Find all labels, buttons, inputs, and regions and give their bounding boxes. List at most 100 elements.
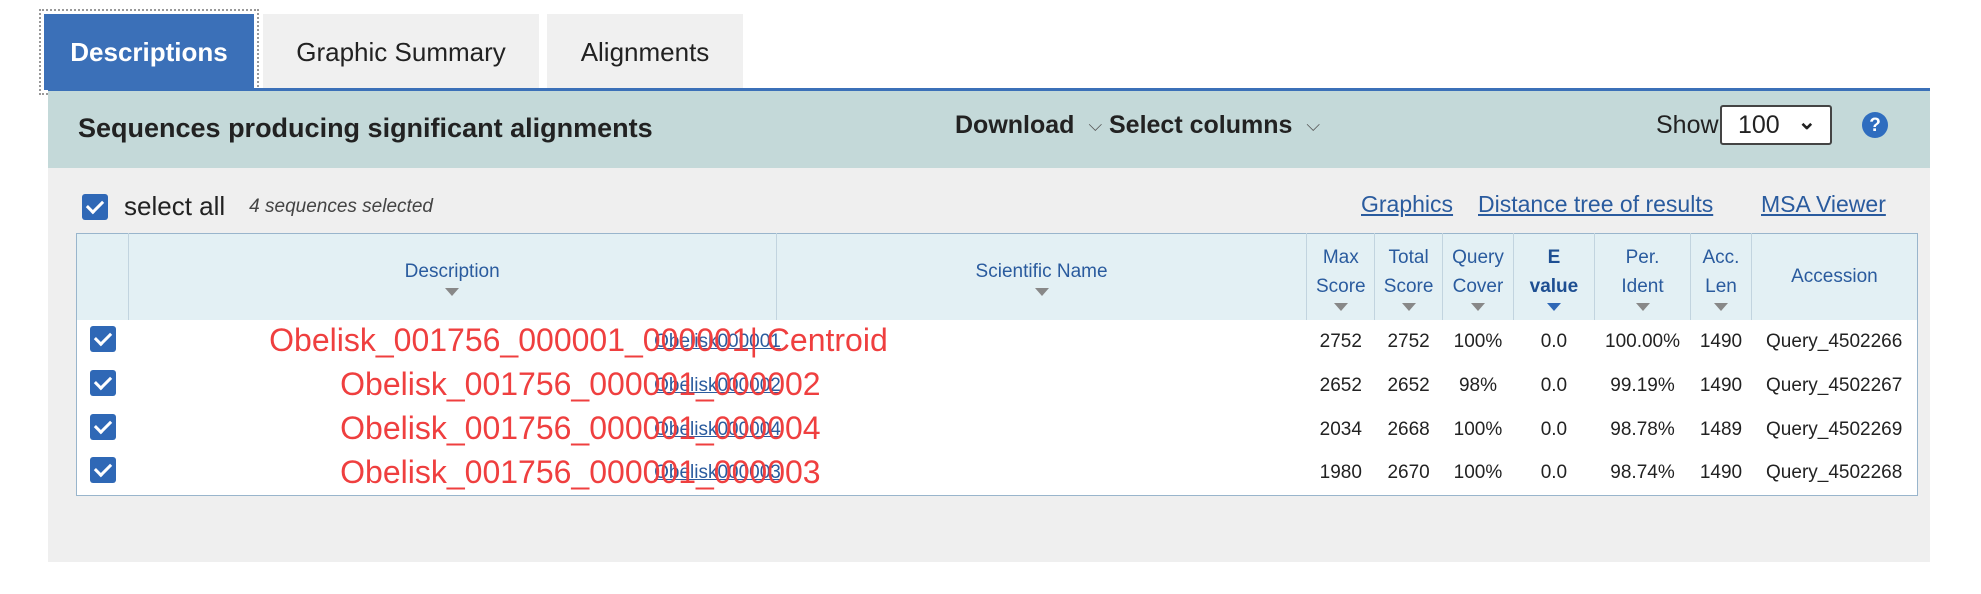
header-description[interactable]: Description [128, 233, 777, 320]
row-checkbox[interactable] [89, 325, 116, 352]
max-score-cell: 1980 [1319, 462, 1362, 484]
max-score-cell: 2034 [1319, 418, 1362, 440]
select-columns-menu[interactable]: Select columns ⌵ [1109, 111, 1320, 140]
per-ident-cell: 98.78% [1610, 418, 1675, 440]
header-evalue[interactable]: E value [1513, 233, 1595, 320]
header-accession: Accession [1751, 233, 1918, 320]
tab-alignments[interactable]: Alignments [547, 14, 743, 90]
query-cover-cell: 98% [1458, 374, 1497, 396]
table-row: Obelisk000001 Obelisk_001756_000001_0000… [77, 320, 1918, 364]
per-ident-cell: 99.19% [1610, 374, 1675, 396]
total-score-cell: 2670 [1387, 462, 1430, 484]
header-label: Acc. [1702, 246, 1740, 268]
acc-len-cell: 1490 [1699, 330, 1743, 352]
header-label: Score [1315, 275, 1366, 297]
accession-cell: Query_4502268 [1766, 462, 1903, 484]
header-label: Total [1388, 246, 1429, 268]
header-label: value [1529, 275, 1579, 297]
evalue-cell: 0.0 [1540, 374, 1568, 396]
descriptions-panel: Sequences producing significant alignmen… [48, 88, 1930, 562]
chevron-down-icon: ⌄ [1797, 109, 1816, 134]
table-row: Obelisk000003 Obelisk_001756_000001_0000… [77, 452, 1918, 496]
total-score-cell: 2752 [1387, 330, 1430, 352]
header-max-score[interactable]: Max Score [1306, 233, 1376, 320]
evalue-cell: 0.0 [1540, 418, 1568, 440]
description-cell: Obelisk000002 Obelisk_001756_000001_0000… [128, 364, 1307, 408]
tab-graphic-summary[interactable]: Graphic Summary [263, 14, 539, 90]
header-label: Cover [1452, 275, 1504, 297]
table-row: Obelisk000004 Obelisk_001756_000001_0000… [77, 408, 1918, 452]
annotation-text: Obelisk_001756_000001_000004 [340, 409, 821, 446]
annotation-text: Obelisk_001756_000001_000003 [340, 453, 821, 490]
result-tabs: Descriptions Graphic Summary Alignments [39, 9, 751, 95]
sort-down-icon [1401, 302, 1416, 311]
header-label: E [1547, 246, 1561, 268]
help-icon[interactable]: ? [1862, 112, 1888, 138]
header-per-ident[interactable]: Per. Ident [1594, 233, 1692, 320]
distance-tree-link[interactable]: Distance tree of results [1478, 191, 1713, 218]
table-header-row: Description Scientific Name Max Score To… [76, 233, 1918, 320]
header-label: Score [1383, 275, 1434, 297]
header-label: Len [1705, 275, 1737, 297]
header-total-score[interactable]: Total Score [1374, 233, 1444, 320]
row-checkbox[interactable] [89, 413, 116, 440]
evalue-cell: 0.0 [1540, 462, 1568, 484]
graphics-link[interactable]: Graphics [1361, 191, 1453, 218]
max-score-cell: 2652 [1319, 374, 1362, 396]
row-checkbox[interactable] [89, 369, 116, 396]
select-columns-label: Select columns [1109, 111, 1293, 139]
annotation-text: Obelisk_001756_000001_000002 [340, 365, 821, 402]
sort-down-icon [1034, 288, 1049, 297]
acc-len-cell: 1489 [1699, 418, 1743, 440]
table-row: Obelisk000002 Obelisk_001756_000001_0000… [77, 364, 1918, 408]
results-toolbar: Sequences producing significant alignmen… [48, 91, 1930, 168]
row-checkbox[interactable] [89, 457, 116, 484]
row-select-cell [77, 364, 129, 408]
query-cover-cell: 100% [1453, 330, 1503, 352]
header-scientific-name-label: Scientific Name [975, 261, 1108, 283]
accession-cell: Query_4502266 [1766, 330, 1903, 352]
header-accession-label: Accession [1791, 266, 1878, 288]
description-cell: Obelisk000003 Obelisk_001756_000001_0000… [128, 452, 1307, 496]
header-scientific-name[interactable]: Scientific Name [776, 233, 1308, 320]
tab-descriptions[interactable]: Descriptions [39, 9, 259, 95]
results-table: Description Scientific Name Max Score To… [76, 233, 1918, 496]
max-score-cell: 2752 [1319, 330, 1362, 352]
select-all-label[interactable]: select all [124, 191, 225, 222]
header-label: Per. [1625, 246, 1660, 268]
sort-down-icon [445, 288, 460, 297]
download-label: Download [955, 111, 1075, 139]
header-select [76, 233, 129, 320]
toolbar-title: Sequences producing significant alignmen… [78, 113, 653, 143]
msa-viewer-link[interactable]: MSA Viewer [1761, 191, 1886, 218]
description-cell: Obelisk000004 Obelisk_001756_000001_0000… [128, 408, 1307, 452]
header-label: Query [1452, 246, 1504, 268]
header-acc-len[interactable]: Acc. Len [1690, 233, 1752, 320]
sort-down-icon [1470, 302, 1485, 311]
row-select-cell [77, 320, 129, 364]
header-label: Max [1322, 246, 1359, 268]
acc-len-cell: 1490 [1699, 462, 1743, 484]
sort-down-icon [1546, 302, 1561, 311]
sort-down-icon [1333, 302, 1348, 311]
header-label: Ident [1621, 275, 1664, 297]
row-select-cell [77, 408, 129, 452]
per-ident-cell: 98.74% [1610, 462, 1675, 484]
row-select-cell [77, 452, 129, 496]
selected-count: 4 sequences selected [249, 195, 433, 217]
download-menu[interactable]: Download ⌵ [955, 111, 1102, 140]
header-query-cover[interactable]: Query Cover [1442, 233, 1514, 320]
query-cover-cell: 100% [1453, 462, 1503, 484]
description-cell: Obelisk000001 Obelisk_001756_000001_0000… [128, 320, 1307, 364]
acc-len-cell: 1490 [1699, 374, 1743, 396]
select-all-checkbox[interactable] [82, 193, 108, 220]
accession-cell: Query_4502267 [1766, 374, 1903, 396]
sort-down-icon [1635, 302, 1650, 311]
header-description-label: Description [404, 261, 500, 283]
show-count-value: 100 [1738, 111, 1780, 139]
total-score-cell: 2652 [1387, 374, 1430, 396]
show-count-select[interactable]: 100 ⌄ [1720, 105, 1832, 145]
chevron-down-icon: ⌵ [1088, 115, 1103, 135]
sort-down-icon [1713, 302, 1728, 311]
evalue-cell: 0.0 [1540, 330, 1568, 352]
